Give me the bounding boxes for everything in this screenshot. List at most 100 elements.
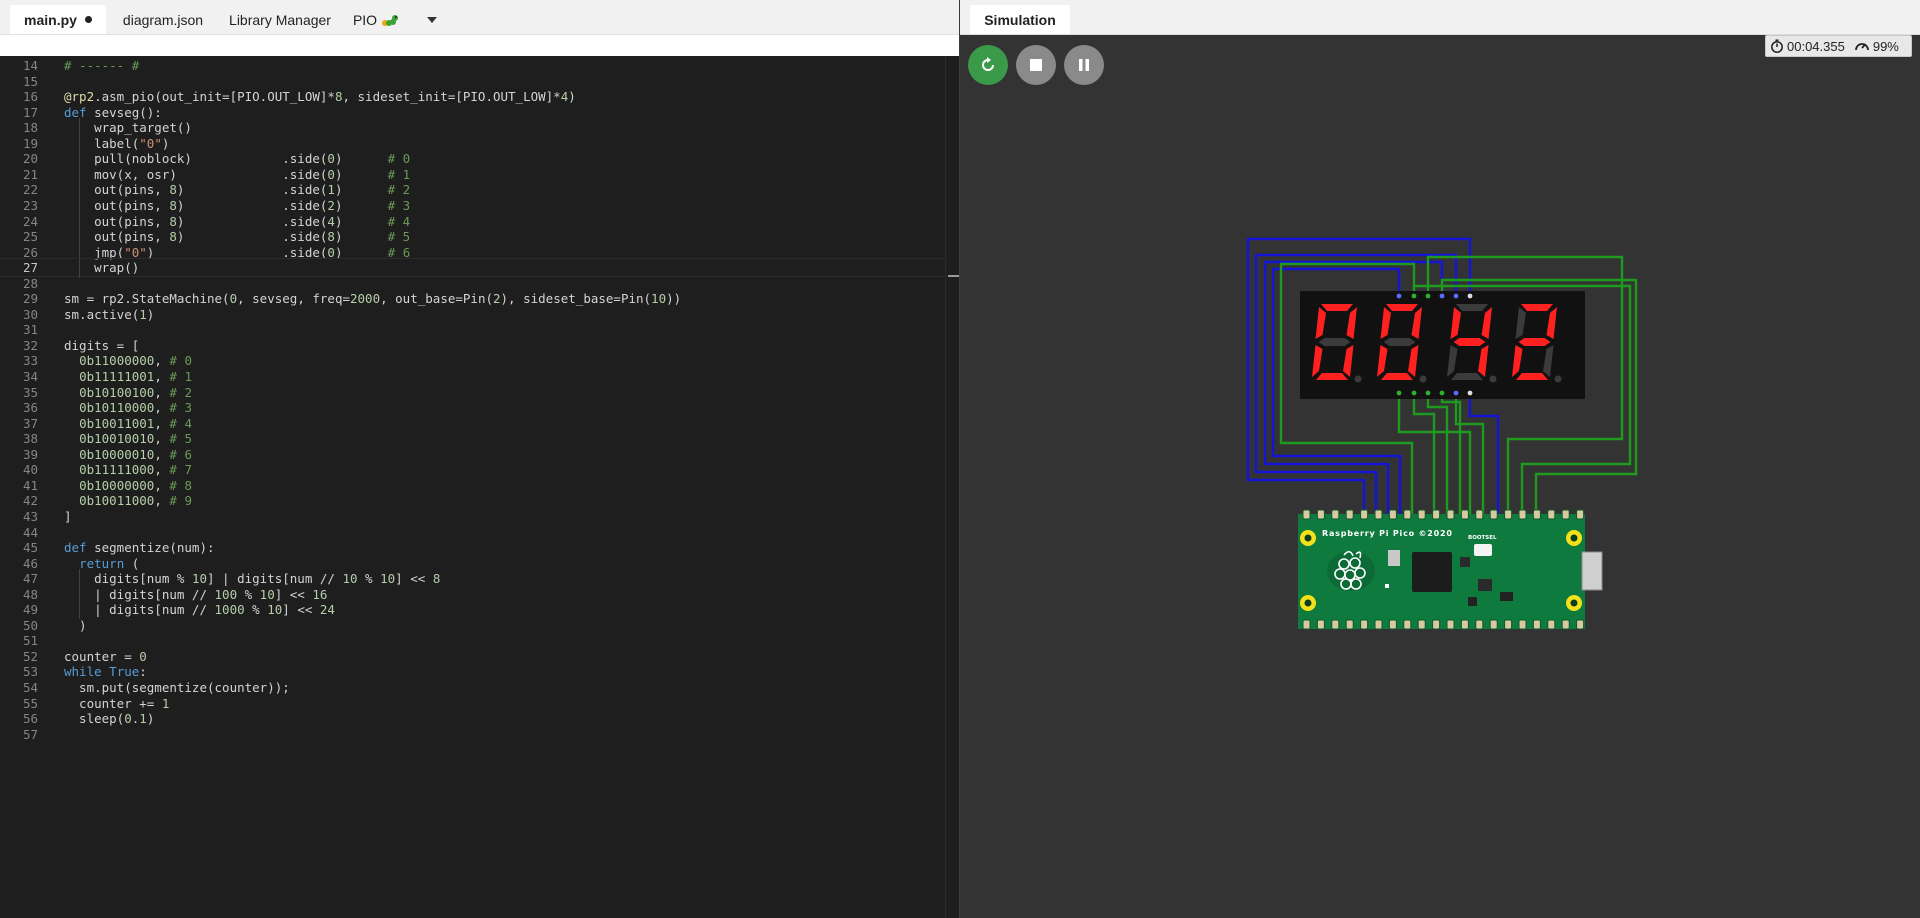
display-pin[interactable] <box>1439 390 1445 396</box>
pico-header-pin[interactable] <box>1432 619 1441 630</box>
display-pin[interactable] <box>1467 293 1473 299</box>
code-editor-pane: main.py diagram.json Library Manager PIO… <box>0 0 960 918</box>
pico-header-pin[interactable] <box>1460 619 1469 630</box>
pico-header-pin[interactable] <box>1518 509 1527 520</box>
raspberry-pi-pico[interactable]: Raspberry Pi Pico ©2020 BOOTSEL <box>1298 509 1603 630</box>
pico-header-pin[interactable] <box>1576 619 1585 630</box>
pico-header-pin[interactable] <box>1446 509 1455 520</box>
pico-header-pin[interactable] <box>1576 509 1585 520</box>
tab-label: main.py <box>24 11 77 28</box>
pico-header-pin[interactable] <box>1374 509 1383 520</box>
regulator <box>1478 579 1492 591</box>
simulation-pane: Simulation 00:04.355 99% Raspberry Pi Pi… <box>960 0 1920 918</box>
display-pin[interactable] <box>1396 293 1402 299</box>
tab-library-manager[interactable]: Library Manager <box>220 5 340 34</box>
raspberry-logo-icon <box>1327 550 1375 591</box>
pico-header-pin[interactable] <box>1489 619 1498 630</box>
segment-g <box>1453 338 1486 346</box>
simulation-tab-bar: Simulation <box>960 0 1920 35</box>
smd-part <box>1500 592 1513 601</box>
simulation-canvas[interactable]: Raspberry Pi Pico ©2020 BOOTSEL <box>960 34 1920 918</box>
chevron-down-icon <box>427 16 437 23</box>
pico-label: Raspberry Pi Pico ©2020 <box>1322 529 1453 538</box>
pico-header-pin[interactable] <box>1518 619 1527 630</box>
decimal-point <box>1354 375 1362 383</box>
editor-scrollbar[interactable] <box>945 56 960 918</box>
bootsel-label: BOOTSEL <box>1468 535 1497 541</box>
rp2040-chip <box>1412 552 1452 592</box>
display-pin[interactable] <box>1425 293 1431 299</box>
bootsel-button[interactable] <box>1474 544 1492 556</box>
flash-chip <box>1388 550 1400 566</box>
pico-header-pin[interactable] <box>1561 619 1570 630</box>
pico-header-pin[interactable] <box>1345 509 1354 520</box>
pico-header-pin[interactable] <box>1403 509 1412 520</box>
segment-g <box>1383 338 1416 346</box>
pico-header-pin[interactable] <box>1374 619 1383 630</box>
pico-header-pin[interactable] <box>1460 509 1469 520</box>
pico-header-pin[interactable] <box>1547 619 1556 630</box>
pico-header-pin[interactable] <box>1547 509 1556 520</box>
pico-header-pin[interactable] <box>1331 619 1340 630</box>
decimal-point <box>1489 375 1497 383</box>
seven-segment-display[interactable] <box>1300 291 1585 399</box>
pico-header-pin[interactable] <box>1504 619 1513 630</box>
pico-header-pin[interactable] <box>1360 619 1369 630</box>
tab-main-py[interactable]: main.py <box>10 5 106 34</box>
pico-header-pin[interactable] <box>1417 509 1426 520</box>
wire[interactable] <box>1412 393 1436 514</box>
pico-header-pin[interactable] <box>1302 509 1311 520</box>
pico-header-pin[interactable] <box>1475 619 1484 630</box>
led-marker <box>1385 584 1389 588</box>
pico-header-pin[interactable] <box>1316 619 1325 630</box>
pico-header-pin[interactable] <box>1302 619 1311 630</box>
pico-header-pin[interactable] <box>1475 509 1484 520</box>
pico-header-pin[interactable] <box>1532 509 1541 520</box>
pico-header-pin[interactable] <box>1388 619 1397 630</box>
decimal-point <box>1419 375 1427 383</box>
usb-port <box>1581 551 1603 591</box>
caterpillar-icon <box>382 14 399 26</box>
pico-header-pin[interactable] <box>1331 509 1340 520</box>
code-area[interactable]: 14 # ------ #15 16 @rp2.asm_pio(out_init=[P… <box>0 56 945 918</box>
pico-header-pin[interactable] <box>1504 509 1513 520</box>
tab-simulation[interactable]: Simulation <box>970 5 1070 34</box>
decimal-point <box>1554 375 1562 383</box>
tab-label: PIO <box>352 11 378 28</box>
pico-header-pin[interactable] <box>1532 619 1541 630</box>
pico-header-pin[interactable] <box>1388 509 1397 520</box>
pico-header-pin[interactable] <box>1345 619 1354 630</box>
wire[interactable] <box>1426 393 1449 514</box>
wire[interactable] <box>1440 393 1462 514</box>
pico-header-pin[interactable] <box>1360 509 1369 520</box>
tabs-menu-button[interactable] <box>420 5 444 34</box>
display-pin[interactable] <box>1453 293 1459 299</box>
pico-header-pin[interactable] <box>1489 509 1498 520</box>
pico-header-pin[interactable] <box>1417 619 1426 630</box>
tab-pio[interactable]: PIO <box>346 5 406 34</box>
pico-header-pin[interactable] <box>1403 619 1412 630</box>
pico-header-pin[interactable] <box>1446 619 1455 630</box>
segment-g <box>1518 338 1551 346</box>
pico-header-pin[interactable] <box>1561 509 1570 520</box>
tab-diagram-json[interactable]: diagram.json <box>112 5 214 34</box>
display-pin[interactable] <box>1453 390 1459 396</box>
code-line[interactable]: 57 <box>0 725 945 744</box>
tab-label: Library Manager <box>229 11 331 28</box>
pico-header-pin[interactable] <box>1432 509 1441 520</box>
editor-tab-bar: main.py diagram.json Library Manager PIO <box>0 0 959 35</box>
editor-header-strip <box>0 35 959 56</box>
display-pin[interactable] <box>1467 390 1473 396</box>
unsaved-dot-icon <box>84 16 92 23</box>
tab-label: diagram.json <box>122 11 204 28</box>
display-pin[interactable] <box>1425 390 1431 396</box>
display-pin[interactable] <box>1439 293 1445 299</box>
segment-g <box>1318 338 1351 346</box>
crystal <box>1460 557 1470 567</box>
line-number: 57 <box>22 726 38 742</box>
display-pin[interactable] <box>1411 390 1417 396</box>
display-pin[interactable] <box>1411 293 1417 299</box>
display-pin[interactable] <box>1396 390 1402 396</box>
smd-part <box>1468 597 1477 606</box>
pico-header-pin[interactable] <box>1316 509 1325 520</box>
